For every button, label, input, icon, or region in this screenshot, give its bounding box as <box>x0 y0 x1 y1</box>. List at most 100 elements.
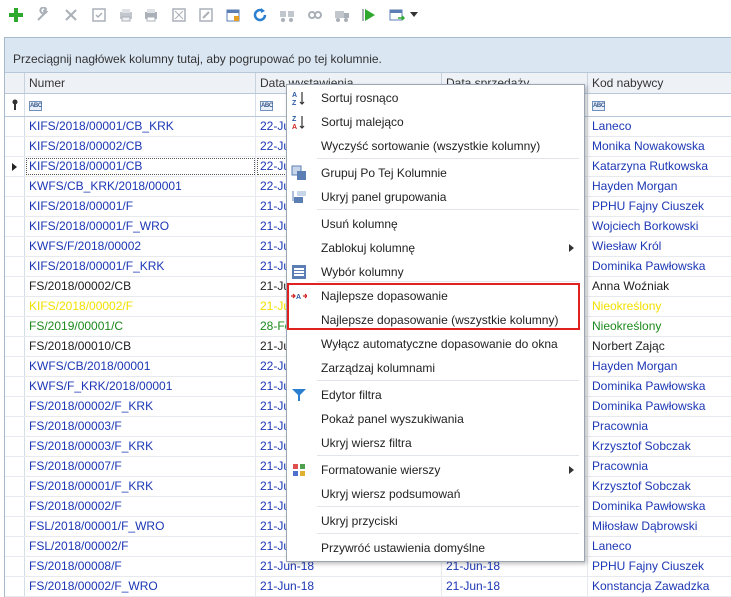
cell-kod-nabywcy[interactable]: PPHU Fajny Ciuszek <box>588 557 731 576</box>
cell-numer[interactable]: KIFS/2018/00001/CB_KRK <box>25 117 256 136</box>
cell-numer[interactable]: FS/2018/00002/F <box>25 497 256 516</box>
row-indicator[interactable] <box>5 137 25 156</box>
row-indicator[interactable] <box>5 497 25 516</box>
menu-item-ukryj-panel-grupowania[interactable]: Ukryj panel grupowania <box>287 185 584 209</box>
row-indicator[interactable] <box>5 537 25 556</box>
row-indicator[interactable] <box>5 457 25 476</box>
filter-pin-icon[interactable] <box>5 94 25 116</box>
row-indicator[interactable] <box>5 297 25 316</box>
cell-kod-nabywcy[interactable]: PPHU Fajny Ciuszek <box>588 197 731 216</box>
cell-numer[interactable]: FS/2019/00001/C <box>25 317 256 336</box>
cell-numer[interactable]: FSL/2018/00002/F <box>25 537 256 556</box>
filter-cell-numer[interactable]: ABC <box>25 94 256 116</box>
cell-numer[interactable]: FS/2018/00008/F <box>25 557 256 576</box>
group-panel[interactable]: Przeciągnij nagłówek kolumny tutaj, aby … <box>5 38 731 73</box>
row-indicator[interactable] <box>5 517 25 536</box>
link-icon[interactable] <box>306 6 324 24</box>
menu-item-przywroc-ustawienia-domyslne[interactable]: Przywróć ustawienia domyślne <box>287 536 584 560</box>
row-indicator[interactable] <box>5 177 25 196</box>
cell-kod-nabywcy[interactable]: Dominika Pawłowska <box>588 377 731 396</box>
cell-numer[interactable]: FS/2018/00002/CB <box>25 277 256 296</box>
cell-numer[interactable]: KIFS/2018/00001/F <box>25 197 256 216</box>
cell-kod-nabywcy[interactable]: Pracownia <box>588 417 731 436</box>
menu-item-formatowanie-wierszy[interactable]: Formatowanie wierszy <box>287 458 584 482</box>
cell-kod-nabywcy[interactable]: Anna Woźniak <box>588 277 731 296</box>
row-indicator[interactable] <box>5 397 25 416</box>
cell-numer[interactable]: KWFS/F/2018/00002 <box>25 237 256 256</box>
cell-kod-nabywcy[interactable]: Krzysztof Sobczak <box>588 477 731 496</box>
cell-kod-nabywcy[interactable]: Laneco <box>588 117 731 136</box>
menu-item-grupuj-po-tej-kolumnie[interactable]: Grupuj Po Tej Kolumnie <box>287 161 584 185</box>
document-icon[interactable] <box>170 6 188 24</box>
cell-numer[interactable]: KWFS/CB/2018/00001 <box>25 357 256 376</box>
cell-kod-nabywcy[interactable]: Hayden Morgan <box>588 177 731 196</box>
row-indicator[interactable] <box>5 557 25 576</box>
cell-kod-nabywcy[interactable]: Pracownia <box>588 457 731 476</box>
menu-item-sortuj-malejaco[interactable]: Z A Sortuj malejąco <box>287 110 584 134</box>
row-indicator[interactable] <box>5 477 25 496</box>
menu-item-wyczysc-sortowanie-wszystkie-kolumny[interactable]: Wyczyść sortowanie (wszystkie kolumny) <box>287 134 584 158</box>
menu-item-sortuj-rosnaco[interactable]: A Z Sortuj rosnąco <box>287 86 584 110</box>
menu-item-zablokuj-kolumne[interactable]: Zablokuj kolumnę <box>287 236 584 260</box>
column-header-numer[interactable]: Numer <box>25 73 256 93</box>
delete-icon[interactable] <box>62 6 80 24</box>
menu-item-ukryj-wiersz-filtra[interactable]: Ukryj wiersz filtra <box>287 431 584 455</box>
print-preview-icon[interactable] <box>117 6 135 24</box>
column-header-kod-nabywcy[interactable]: Kod nabywcy <box>588 73 731 93</box>
form-icon[interactable] <box>90 6 108 24</box>
cell-kod-nabywcy[interactable]: Miłosław Dąbrowski <box>588 517 731 536</box>
cell-kod-nabywcy[interactable]: Konstancja Zawadzka <box>588 577 731 596</box>
row-indicator[interactable] <box>5 217 25 236</box>
export-dropdown-icon[interactable] <box>410 12 418 17</box>
menu-item-pokaz-panel-wyszukiwania[interactable]: Pokaż panel wyszukiwania <box>287 407 584 431</box>
cell-kod-nabywcy[interactable]: Wojciech Borkowski <box>588 217 731 236</box>
row-indicator[interactable] <box>5 577 25 596</box>
add-icon[interactable] <box>7 6 25 24</box>
cell-kod-nabywcy[interactable]: Laneco <box>588 537 731 556</box>
cell-kod-nabywcy[interactable]: Hayden Morgan <box>588 357 731 376</box>
print-icon[interactable] <box>142 6 160 24</box>
row-indicator[interactable] <box>5 337 25 356</box>
row-indicator[interactable] <box>5 377 25 396</box>
cell-numer[interactable]: FS/2018/00010/CB <box>25 337 256 356</box>
cell-kod-nabywcy[interactable]: Dominika Pawłowska <box>588 257 731 276</box>
filter-cell-kod-nabywcy[interactable]: ABC <box>588 94 731 116</box>
cell-kod-nabywcy[interactable]: Wiesław Król <box>588 237 731 256</box>
row-indicator[interactable] <box>5 437 25 456</box>
cell-numer[interactable]: KIFS/2018/00002/CB <box>25 137 256 156</box>
menu-item-edytor-filtra[interactable]: Edytor filtra <box>287 383 584 407</box>
cell-kod-nabywcy[interactable]: Dominika Pawłowska <box>588 397 731 416</box>
row-indicator[interactable] <box>5 417 25 436</box>
row-indicator[interactable] <box>5 257 25 276</box>
row-indicator[interactable] <box>5 157 25 176</box>
cell-numer[interactable]: FS/2018/00001/F_KRK <box>25 477 256 496</box>
row-indicator[interactable] <box>5 197 25 216</box>
cell-kod-nabywcy[interactable]: Krzysztof Sobczak <box>588 437 731 456</box>
cell-data-wystawienia[interactable]: 21-Jun-18 <box>256 577 442 596</box>
menu-item-ukryj-wiersz-podsumowan[interactable]: Ukryj wiersz podsumowań <box>287 482 584 506</box>
calendar-icon[interactable] <box>224 6 242 24</box>
export-icon[interactable] <box>388 6 406 24</box>
wrench-icon[interactable] <box>34 6 52 24</box>
row-indicator[interactable] <box>5 117 25 136</box>
cell-numer[interactable]: KWFS/F_KRK/2018/00001 <box>25 377 256 396</box>
run-icon[interactable] <box>360 6 378 24</box>
cell-kod-nabywcy[interactable]: Nieokreślony <box>588 297 731 316</box>
cell-numer[interactable]: FS/2018/00002/F_WRO <box>25 577 256 596</box>
cell-data-sprzedazy[interactable]: 21-Jun-18 <box>442 577 588 596</box>
cell-numer[interactable]: FSL/2018/00001/F_WRO <box>25 517 256 536</box>
table-row[interactable]: FS/2018/00002/F_WRO 21-Jun-18 21-Jun-18 Kon… <box>5 577 731 597</box>
cell-numer[interactable]: KIFS/2018/00001/F_KRK <box>25 257 256 276</box>
cell-kod-nabywcy[interactable]: Dominika Pawłowska <box>588 497 731 516</box>
edit-document-icon[interactable] <box>197 6 215 24</box>
row-indicator[interactable] <box>5 277 25 296</box>
transfer-icon[interactable] <box>278 6 296 24</box>
cell-numer[interactable]: KIFS/2018/00001/CB <box>25 157 256 176</box>
cell-numer[interactable]: KWFS/CB_KRK/2018/00001 <box>25 177 256 196</box>
cell-kod-nabywcy[interactable]: Nieokreślony <box>588 317 731 336</box>
menu-item-zarzadzaj-kolumnami[interactable]: Zarządzaj kolumnami <box>287 356 584 380</box>
refresh-icon[interactable] <box>251 6 269 24</box>
row-indicator[interactable] <box>5 317 25 336</box>
cell-numer[interactable]: FS/2018/00003/F <box>25 417 256 436</box>
cell-kod-nabywcy[interactable]: Katarzyna Rutkowska <box>588 157 731 176</box>
